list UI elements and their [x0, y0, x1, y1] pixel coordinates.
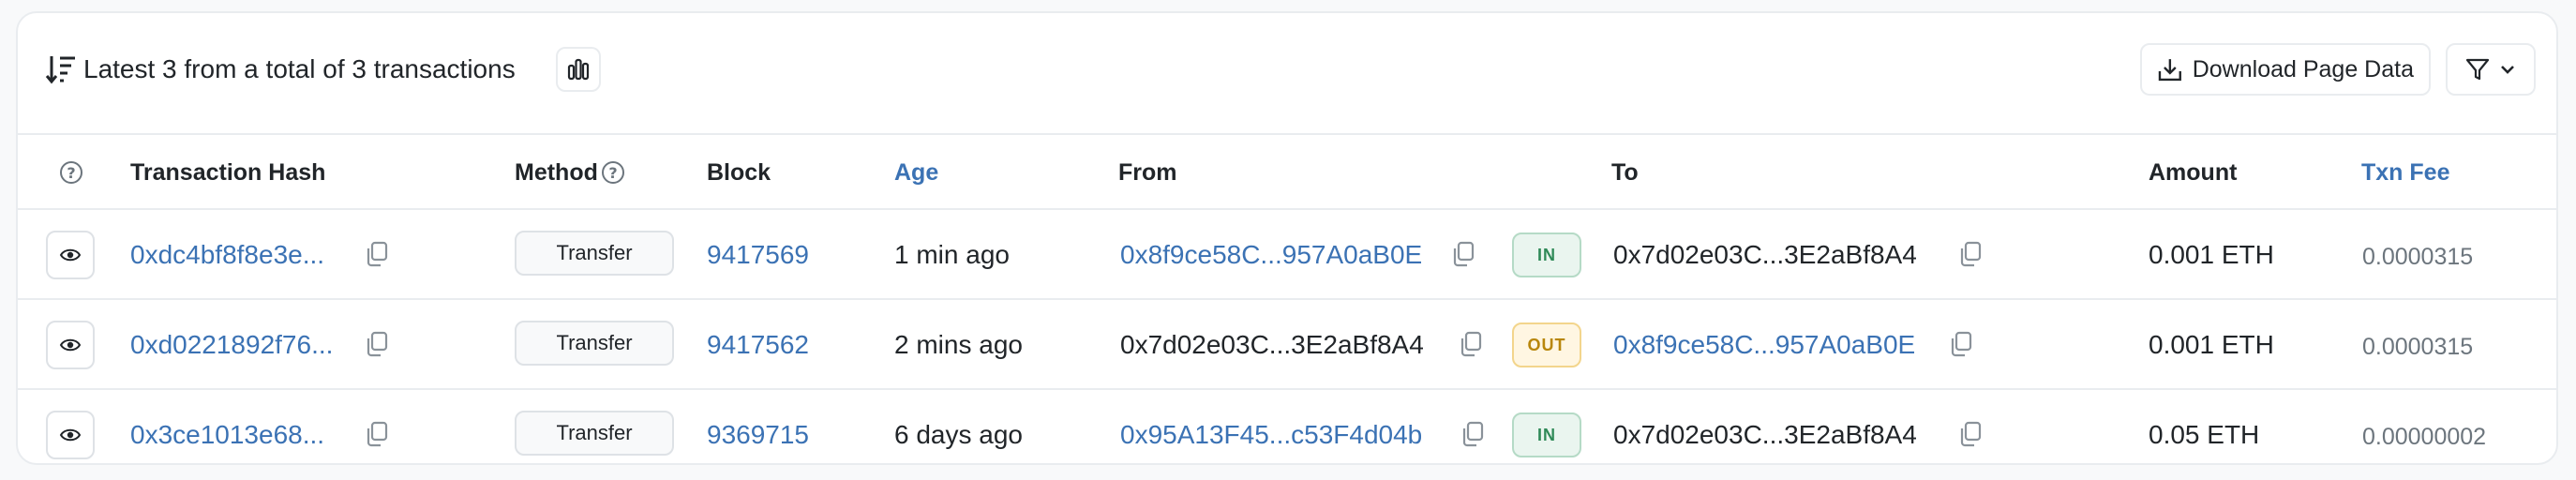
method-badge: Transfer: [515, 321, 674, 366]
method-badge: Transfer: [515, 411, 674, 456]
column-age-toggle[interactable]: Age: [894, 158, 938, 188]
eye-icon: [59, 338, 82, 352]
txn-fee-text: 0.0000315: [2362, 334, 2474, 360]
eye-icon: [59, 428, 82, 442]
copy-icon[interactable]: [364, 420, 390, 448]
column-amount: Amount: [2149, 159, 2238, 186]
chart-toggle-button[interactable]: [556, 47, 601, 92]
column-transaction-hash: Transaction Hash: [130, 159, 326, 186]
from-address-link[interactable]: 0x8f9ce58C...957A0aB0E: [1120, 238, 1422, 272]
age-text: 2 mins ago: [894, 330, 1023, 359]
copy-icon[interactable]: [364, 240, 390, 268]
view-details-button[interactable]: [46, 231, 95, 279]
transactions-summary: Latest 3 from a total of 3 transactions: [83, 54, 516, 83]
help-icon[interactable]: ?: [60, 161, 82, 184]
to-address-text: 0x7d02e03C...3E2aBf8A4: [1613, 420, 1917, 449]
download-icon: [2158, 59, 2181, 82]
direction-badge: IN: [1512, 412, 1581, 458]
copy-icon[interactable]: [1957, 240, 1984, 268]
copy-icon[interactable]: [1957, 420, 1984, 448]
view-details-button[interactable]: [46, 321, 95, 369]
chevron-down-icon: [2501, 66, 2514, 74]
transaction-hash-link[interactable]: 0xd0221892f76...: [130, 328, 333, 362]
method-help-icon[interactable]: ?: [602, 161, 624, 184]
view-details-button[interactable]: [46, 411, 95, 459]
transactions-card: Latest 3 from a total of 3 transactions …: [16, 11, 2558, 465]
copy-icon[interactable]: [1948, 330, 1974, 358]
copy-icon[interactable]: [1458, 330, 1484, 358]
card-header: Latest 3 from a total of 3 transactions …: [18, 13, 2556, 133]
txn-fee-text: 0.0000315: [2362, 244, 2474, 270]
block-link[interactable]: 9417569: [707, 238, 809, 272]
sort-icon[interactable]: [44, 52, 78, 86]
download-label: Download Page Data: [2192, 55, 2414, 82]
direction-badge: OUT: [1512, 322, 1581, 368]
block-link[interactable]: 9369715: [707, 418, 809, 452]
copy-icon[interactable]: [364, 330, 390, 358]
block-link[interactable]: 9417562: [707, 328, 809, 362]
method-badge: Transfer: [515, 231, 674, 276]
eye-icon: [59, 248, 82, 262]
amount-text: 0.001 ETH: [2149, 330, 2274, 359]
direction-badge: IN: [1512, 232, 1581, 278]
amount-text: 0.05 ETH: [2149, 420, 2260, 449]
column-from: From: [1118, 159, 1177, 186]
table-row: 0x3ce1013e68... Transfer 9369715 6 days …: [18, 390, 2556, 463]
column-method: Method: [515, 159, 598, 186]
amount-text: 0.001 ETH: [2149, 240, 2274, 269]
table-header: ? Transaction Hash Method ? Block Age Fr…: [18, 133, 2556, 210]
age-text: 6 days ago: [894, 420, 1023, 449]
copy-icon[interactable]: [1450, 240, 1476, 268]
from-address-link[interactable]: 0x95A13F45...c53F4d04b: [1120, 418, 1422, 452]
column-txn-fee-toggle[interactable]: Txn Fee: [2361, 158, 2449, 188]
age-text: 1 min ago: [894, 240, 1010, 269]
column-block: Block: [707, 159, 771, 186]
download-page-data-button[interactable]: Download Page Data: [2140, 43, 2431, 96]
filter-icon: [2465, 58, 2490, 81]
txn-fee-text: 0.00000002: [2362, 424, 2487, 450]
transaction-hash-link[interactable]: 0xdc4bf8f8e3e...: [130, 238, 324, 272]
to-address-text: 0x7d02e03C...3E2aBf8A4: [1613, 240, 1917, 269]
to-address-link[interactable]: 0x8f9ce58C...957A0aB0E: [1613, 328, 1915, 362]
copy-icon[interactable]: [1460, 420, 1486, 448]
bar-chart-icon: [567, 58, 590, 81]
from-address-text: 0x7d02e03C...3E2aBf8A4: [1120, 330, 1424, 359]
filter-dropdown-button[interactable]: [2446, 43, 2536, 96]
table-row: 0xd0221892f76... Transfer 9417562 2 mins…: [18, 300, 2556, 390]
transaction-hash-link[interactable]: 0x3ce1013e68...: [130, 418, 324, 452]
column-to: To: [1611, 159, 1639, 186]
table-row: 0xdc4bf8f8e3e... Transfer 9417569 1 min …: [18, 210, 2556, 300]
